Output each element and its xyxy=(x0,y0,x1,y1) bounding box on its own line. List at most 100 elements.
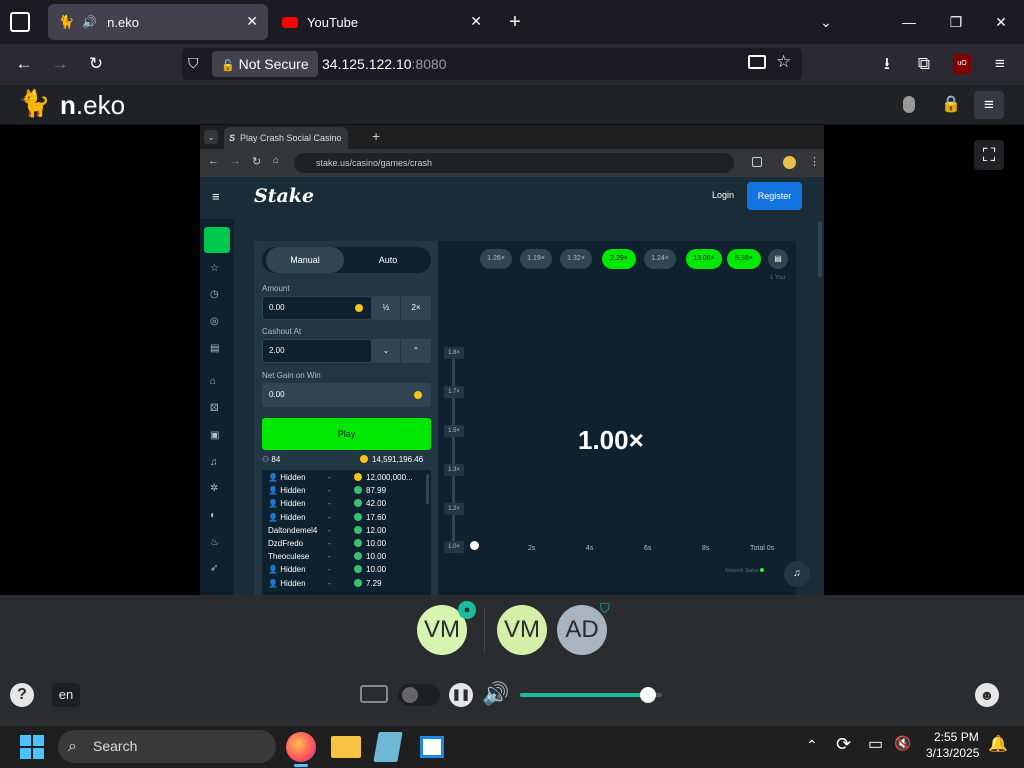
tab-list-icon[interactable] xyxy=(10,12,30,32)
clock-time[interactable]: 2:55 PM xyxy=(934,730,979,744)
blackjack-icon[interactable]: ◐ xyxy=(210,510,216,521)
half-button[interactable]: ½ xyxy=(372,296,400,320)
rocket-icon[interactable]: ➶ xyxy=(210,563,218,574)
double-button[interactable]: 2× xyxy=(401,296,431,320)
bet-amount: 12,000,000... xyxy=(354,473,413,482)
app-window-icon[interactable] xyxy=(420,736,444,758)
shield-icon[interactable]: ⛉ xyxy=(188,55,199,72)
cashout-down-icon[interactable]: ⌄ xyxy=(372,339,400,363)
challenges-icon[interactable]: ◎ xyxy=(210,316,219,327)
hamburger-button[interactable]: ≡ xyxy=(974,91,1004,119)
ublock-icon[interactable]: uO xyxy=(953,54,971,74)
keyboard-icon[interactable] xyxy=(360,685,388,703)
firefox-icon[interactable] xyxy=(286,732,316,762)
volume-icon[interactable]: 🔊 xyxy=(482,681,509,707)
games-icon[interactable]: ⚄ xyxy=(210,403,219,414)
login-button[interactable]: Login xyxy=(712,190,734,200)
history-pill[interactable]: 5.38× xyxy=(727,249,761,269)
file-explorer-icon[interactable] xyxy=(331,736,361,758)
control-toggle[interactable] xyxy=(398,684,440,706)
network-icon[interactable]: ▭ xyxy=(868,734,883,754)
remote-back-icon[interactable]: ← xyxy=(208,155,219,167)
bookmark-star-icon[interactable]: ☆ xyxy=(776,52,791,72)
back-icon[interactable]: ← xyxy=(13,53,35,75)
remote-home-icon[interactable]: ⌂ xyxy=(273,155,279,166)
windows-start-icon[interactable] xyxy=(20,735,44,759)
recent-icon[interactable]: ◷ xyxy=(210,289,219,300)
tab-neko[interactable]: 🐈 🔊 n.eko ✕ xyxy=(48,4,268,40)
pause-button[interactable]: ❚❚ xyxy=(449,683,473,707)
roulette-icon[interactable]: ✲ xyxy=(210,483,218,494)
history-pill[interactable]: 2.29× xyxy=(602,249,636,269)
mouse-icon[interactable] xyxy=(903,96,915,113)
favourites-icon[interactable]: ☆ xyxy=(210,263,219,274)
live-icon[interactable]: ♫ xyxy=(210,457,218,468)
fire-icon[interactable]: ♨ xyxy=(210,537,219,548)
language-selector[interactable]: en xyxy=(52,683,80,707)
support-headset-icon[interactable]: ♫ xyxy=(784,561,810,587)
remote-url-bar[interactable]: stake.us/casino/games/crash xyxy=(294,153,734,173)
register-button[interactable]: Register xyxy=(747,182,802,210)
history-pill[interactable]: 1.32× xyxy=(560,249,592,269)
history-pill[interactable]: 13.06× xyxy=(686,249,722,269)
cashout-input[interactable]: 2.00 xyxy=(262,339,372,363)
downloads-icon[interactable]: ⭳ xyxy=(876,53,898,75)
extensions-icon[interactable]: ⧉ xyxy=(913,53,935,75)
sync-icon[interactable]: ⟳ xyxy=(836,734,851,755)
remote-new-tab-icon[interactable]: + xyxy=(372,128,380,144)
url-text[interactable]: 34.125.122.10:8080 xyxy=(322,56,447,72)
history-pill[interactable]: 1.24× xyxy=(644,249,676,269)
stake-menu-icon[interactable]: ≡ xyxy=(212,189,220,204)
url-bar[interactable]: ⛉ 🔓 Not Secure 34.125.122.10:8080 ☆ xyxy=(182,48,802,80)
volume-slider[interactable] xyxy=(520,687,662,703)
avatar[interactable]: VM xyxy=(497,605,547,655)
close-tab-icon[interactable]: ✕ xyxy=(246,13,258,30)
close-window-icon[interactable]: ✕ xyxy=(989,10,1013,34)
tab-auto[interactable]: Auto xyxy=(349,247,427,273)
volume-handle[interactable] xyxy=(640,687,656,703)
forward-icon[interactable]: → xyxy=(49,53,71,75)
maximize-icon[interactable]: ❐ xyxy=(944,10,968,34)
security-indicator[interactable]: 🔓 Not Secure xyxy=(212,51,318,77)
reload-icon[interactable]: ↻ xyxy=(85,53,107,75)
lock-icon[interactable]: 🔒 xyxy=(941,94,961,114)
stake-logo[interactable]: Stake xyxy=(254,185,314,207)
menu-icon[interactable]: ≡ xyxy=(989,53,1011,75)
tab-youtube[interactable]: YouTube ✕ xyxy=(274,4,492,40)
tab-search-icon[interactable]: ⌄ xyxy=(204,130,218,144)
emoji-icon[interactable]: ☻ xyxy=(975,683,999,707)
speaker-icon[interactable]: 🔊 xyxy=(82,15,97,29)
clock-date[interactable]: 3/13/2025 xyxy=(926,746,979,760)
remote-reload-icon[interactable]: ↻ xyxy=(252,155,261,168)
casino-icon[interactable] xyxy=(204,227,230,253)
list-tabs-icon[interactable]: ⌄ xyxy=(814,10,838,34)
remote-profile-icon[interactable] xyxy=(783,156,796,169)
help-icon[interactable]: ? xyxy=(10,683,34,707)
show-hidden-icons[interactable]: ⌃ xyxy=(806,737,818,754)
remote-menu-icon[interactable]: ⋮ xyxy=(809,155,820,168)
amount-input[interactable]: 0.00 xyxy=(262,296,372,320)
history-pill[interactable]: 1.19× xyxy=(520,249,552,269)
taskbar-search[interactable]: ⌕ Search xyxy=(58,730,276,763)
history-toggle-icon[interactable]: ▤ xyxy=(768,249,788,269)
home-icon[interactable]: ⌂ xyxy=(210,376,216,387)
tab-manual[interactable]: Manual xyxy=(266,247,344,273)
close-tab-icon[interactable]: ✕ xyxy=(470,13,482,30)
remote-tab[interactable]: S Play Crash Social Casino xyxy=(224,127,348,149)
history-pill[interactable]: 1.26× xyxy=(480,249,512,269)
play-button[interactable]: Play xyxy=(262,418,431,450)
minimize-icon[interactable]: — xyxy=(897,10,921,34)
remote-extension-icon[interactable] xyxy=(752,157,762,167)
remote-video[interactable]: ⌄ S Play Crash Social Casino + ← → ↻ ⌂ st… xyxy=(200,125,824,595)
my-bets-icon[interactable]: ▤ xyxy=(210,343,219,354)
page-scrollbar[interactable] xyxy=(818,221,822,277)
remote-forward-icon[interactable]: → xyxy=(230,155,241,167)
volume-mute-icon[interactable]: 🔇 xyxy=(894,735,911,752)
picture-in-picture-icon[interactable] xyxy=(748,55,766,69)
slots-icon[interactable]: ▣ xyxy=(210,430,219,441)
notepad-icon[interactable] xyxy=(373,732,403,762)
fullscreen-button[interactable]: ⛶ xyxy=(974,140,1004,170)
notifications-icon[interactable]: 🔔 xyxy=(988,734,1008,754)
new-tab-button[interactable]: + xyxy=(503,10,527,34)
cashout-up-icon[interactable]: ⌃ xyxy=(401,339,431,363)
